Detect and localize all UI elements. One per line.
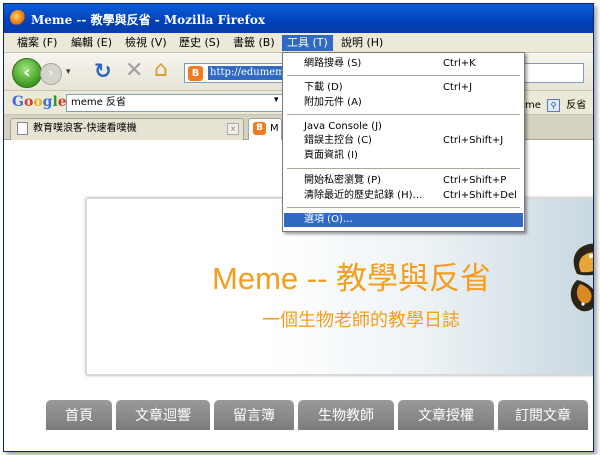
menu-item-label: 下載 (D) — [304, 82, 343, 93]
menu-separator — [287, 114, 520, 115]
menu-item-label: 附加元件 (A) — [304, 97, 362, 108]
back-button[interactable]: ‹ — [12, 58, 42, 88]
menu-bookmarks[interactable]: 書籤 (B) — [228, 35, 280, 51]
menu-item-addons[interactable]: 附加元件 (A) — [284, 96, 523, 110]
menu-item-options[interactable]: 選項 (O)… — [284, 213, 523, 227]
tab-edu-plurk[interactable]: 教育噗浪客-快速看噗機 x — [10, 118, 244, 140]
nav-home[interactable]: 首頁 — [46, 400, 112, 430]
menu-item-shortcut: Ctrl+Shift+Del — [443, 190, 517, 201]
title-bar: Meme -- 教學與反省 - Mozilla Firefox — [4, 4, 593, 33]
menu-item-web-search[interactable]: 網路搜尋 (S) Ctrl+K — [284, 57, 523, 71]
menu-item-shortcut: Ctrl+Shift+P — [443, 175, 507, 186]
tab-close-icon[interactable]: x — [227, 123, 239, 135]
menu-file[interactable]: 檔案 (F) — [12, 35, 62, 51]
reload-button[interactable]: ↻ — [94, 59, 112, 83]
menu-item-shortcut: Ctrl+J — [443, 82, 473, 93]
menu-help[interactable]: 說明 (H) — [336, 35, 388, 51]
nav-subscribe[interactable]: 訂閱文章 — [498, 400, 588, 430]
menu-item-java-console[interactable]: Java Console (J) — [284, 120, 523, 134]
page-icon — [17, 121, 28, 135]
home-button[interactable]: ⌂ — [154, 57, 168, 82]
blogger-favicon-icon: B — [188, 66, 203, 81]
menu-history[interactable]: 歷史 (S) — [174, 35, 225, 51]
menu-item-error-console[interactable]: 錯誤主控台 (C) Ctrl+Shift+J — [284, 134, 523, 148]
url-text[interactable]: http://edumeme — [208, 66, 293, 80]
google-search-history[interactable]: me ⚲ 反省 — [525, 96, 586, 112]
menu-item-clear-history[interactable]: 清除最近的歷史記錄 (H)… Ctrl+Shift+Del — [284, 189, 523, 203]
menu-tools[interactable]: 工具 (T) — [282, 35, 333, 51]
forward-button[interactable]: › — [40, 63, 62, 85]
menu-separator — [287, 168, 520, 169]
nav-license[interactable]: 文章授權 — [398, 400, 494, 430]
search-dropdown-icon[interactable]: ▾ — [274, 95, 279, 105]
nav-guestbook[interactable]: 留言簿 — [214, 400, 294, 430]
stop-button[interactable]: ✕ — [125, 58, 143, 83]
firefox-icon — [10, 10, 26, 26]
google-logo: Google — [12, 94, 67, 110]
menu-item-label: 頁面資訊 (I) — [304, 150, 358, 161]
menu-item-label: 網路搜尋 (S) — [304, 58, 362, 69]
tab-meme[interactable]: BM — [248, 118, 282, 140]
menu-item-downloads[interactable]: 下載 (D) Ctrl+J — [284, 81, 523, 95]
nav-biology-teacher[interactable]: 生物教師 — [298, 400, 394, 430]
menu-bar: 檔案 (F) 編輯 (E) 檢視 (V) 歷史 (S) 書籤 (B) 工具 (T… — [4, 33, 593, 53]
menu-view[interactable]: 檢視 (V) — [120, 35, 172, 51]
menu-item-page-info[interactable]: 頁面資訊 (I) — [284, 149, 523, 163]
menu-separator — [287, 207, 520, 208]
tools-menu: 網路搜尋 (S) Ctrl+K 下載 (D) Ctrl+J 附加元件 (A) J… — [282, 52, 525, 232]
tab-label: M — [270, 123, 279, 134]
tab-label: 教育噗浪客-快速看噗機 — [33, 123, 137, 134]
butterfly-image — [570, 243, 593, 312]
blogger-icon: B — [253, 121, 266, 135]
history-dropdown-icon[interactable]: ▾ — [66, 67, 71, 77]
search-term-text: me — [525, 100, 541, 111]
menu-item-shortcut: Ctrl+Shift+J — [443, 135, 504, 146]
menu-item-label: Java Console (J) — [304, 121, 382, 132]
nav-comments[interactable]: 文章迴響 — [116, 400, 210, 430]
menu-item-label: 選項 (O)… — [304, 214, 353, 225]
blog-title[interactable]: Meme -- 教學與反省 — [212, 253, 491, 298]
window-title: Meme -- 教學與反省 - Mozilla Firefox — [31, 13, 265, 27]
google-search-input[interactable]: meme 反省 — [66, 94, 286, 112]
menu-item-label: 錯誤主控台 (C) — [304, 135, 372, 146]
search-term-text-2: 反省 — [566, 100, 587, 111]
menu-item-private-browsing[interactable]: 開始私密瀏覽 (P) Ctrl+Shift+P — [284, 174, 523, 188]
browser-window: Meme -- 教學與反省 - Mozilla Firefox 檔案 (F) 編… — [3, 3, 594, 452]
menu-item-label: 開始私密瀏覽 (P) — [304, 175, 382, 186]
magnifier-icon[interactable]: ⚲ — [547, 98, 561, 112]
menu-item-shortcut: Ctrl+K — [443, 58, 476, 69]
menu-separator — [287, 75, 520, 76]
menu-edit[interactable]: 編輯 (E) — [66, 35, 117, 51]
menu-item-label: 清除最近的歷史記錄 (H)… — [304, 190, 423, 201]
blog-subtitle: 一個生物老師的教學日誌 — [262, 310, 460, 330]
